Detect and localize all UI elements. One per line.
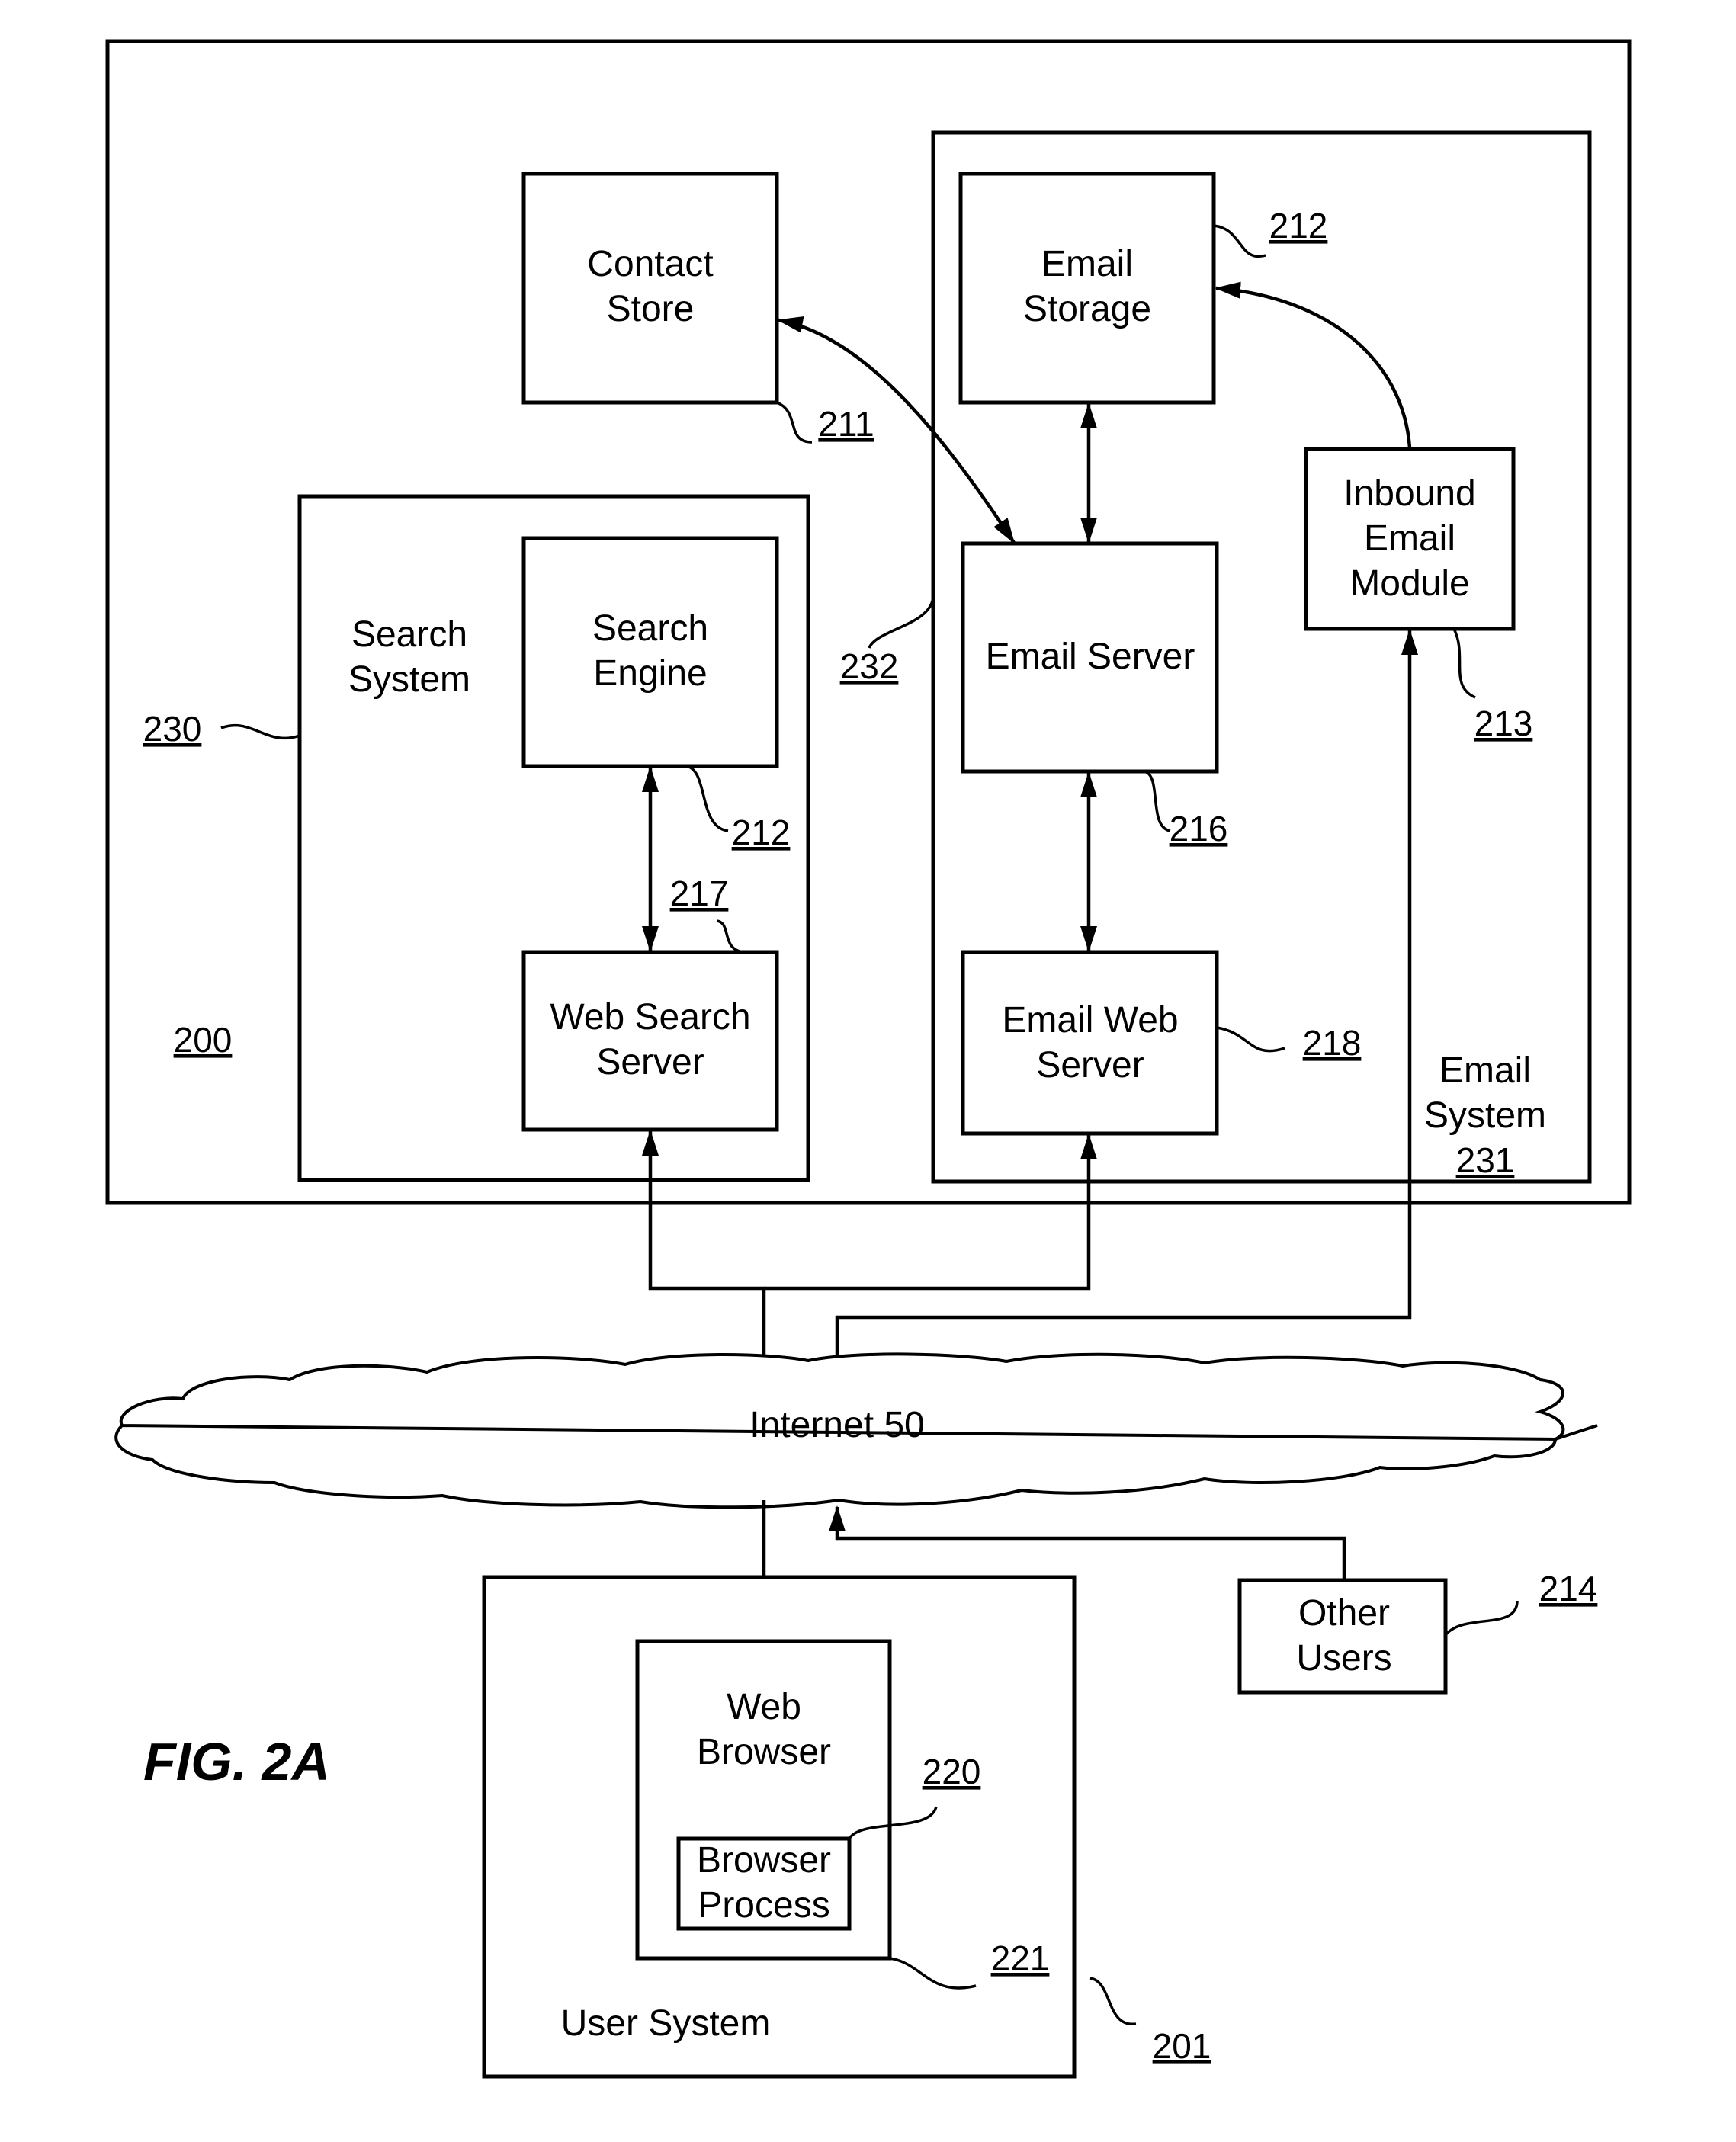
svg-text:Server: Server <box>1036 1045 1144 1085</box>
svg-text:Web Search: Web Search <box>550 997 750 1037</box>
web-search-server-box <box>521 950 779 1132</box>
svg-text:Server: Server <box>596 1042 704 1082</box>
search-system-ref: 230 <box>143 709 202 749</box>
svg-text:Users: Users <box>1296 1638 1391 1679</box>
search-engine-ref: 212 <box>732 813 791 852</box>
user-system-leader <box>1089 1977 1137 2025</box>
figure-title: FIG. 2A <box>143 1732 330 1791</box>
svg-text:Browser: Browser <box>697 1732 831 1772</box>
patent-diagram: 200 Email System 231 Search System 230 C… <box>105 39 1632 2079</box>
svg-text:Process: Process <box>698 1885 829 1926</box>
email-server-label: Email Server <box>986 637 1195 677</box>
browser-process-ref: 220 <box>923 1752 981 1791</box>
user-system-ref: 201 <box>1153 2026 1211 2066</box>
contact-store-ref: 211 <box>818 404 874 444</box>
svg-text:Email: Email <box>1041 244 1133 284</box>
svg-text:Web: Web <box>727 1687 801 1727</box>
svg-text:Search: Search <box>351 614 467 655</box>
svg-text:Browser: Browser <box>697 1840 831 1881</box>
svg-text:Inbound: Inbound <box>1343 473 1476 514</box>
web-browser-ref: 221 <box>991 1938 1050 1978</box>
email-storage-box <box>958 172 1216 405</box>
svg-text:Module: Module <box>1349 563 1469 604</box>
user-system-label: User System <box>561 2003 771 2044</box>
svg-text:231: 231 <box>1456 1140 1515 1180</box>
svg-text:Contact: Contact <box>587 244 713 284</box>
svg-text:Email: Email <box>1439 1050 1531 1091</box>
email-storage-ref: 212 <box>1269 206 1328 245</box>
web-search-server-ref: 217 <box>670 874 729 913</box>
system-200-ref: 200 <box>174 1020 233 1060</box>
email-server-ref: 216 <box>1170 809 1228 848</box>
inbound-email-module-ref: 213 <box>1474 704 1533 743</box>
svg-text:Storage: Storage <box>1023 289 1151 329</box>
contact-store-box <box>521 172 779 405</box>
other-users-ref: 214 <box>1539 1569 1598 1608</box>
svg-text:Engine: Engine <box>593 653 707 694</box>
svg-text:Other: Other <box>1298 1593 1390 1634</box>
email-web-server-ref: 218 <box>1303 1023 1362 1063</box>
svg-text:Search: Search <box>592 608 708 649</box>
svg-text:Email: Email <box>1364 518 1455 559</box>
svg-text:System: System <box>348 659 470 700</box>
svg-text:System: System <box>1424 1095 1546 1136</box>
other-users-leader <box>1444 1600 1519 1637</box>
internet-label: Internet 50 <box>749 1405 925 1445</box>
contact-link-ref: 232 <box>840 646 899 686</box>
search-engine-box <box>521 536 779 768</box>
email-web-server-box <box>961 950 1219 1136</box>
arrow-other-users-to-internet <box>829 1505 1346 1580</box>
svg-text:Email Web: Email Web <box>1002 1000 1178 1041</box>
svg-text:Store: Store <box>607 289 695 329</box>
